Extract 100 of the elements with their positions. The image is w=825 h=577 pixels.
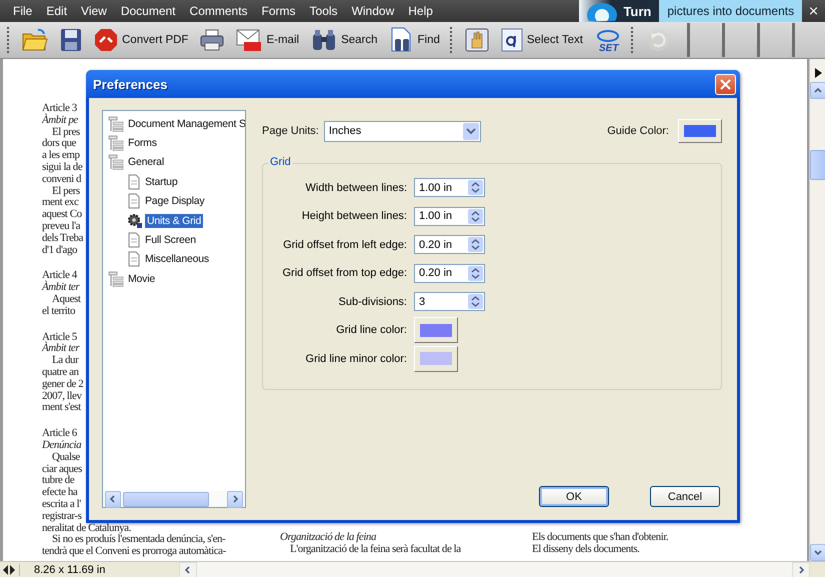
document-text: neralitat de Catalunya. <box>42 522 131 534</box>
document-text: gener de 2 <box>42 378 84 391</box>
menu-item[interactable]: Tools <box>302 4 345 18</box>
field-label: Guide Color: <box>607 125 669 137</box>
cancel-button[interactable]: Cancel <box>650 486 720 507</box>
select-button[interactable]: Select Text <box>496 24 588 56</box>
tree-item[interactable]: Miscellaneous <box>143 252 211 266</box>
document-text: conveni d <box>42 174 82 186</box>
scroll-down-button[interactable] <box>810 544 825 561</box>
spin-arrows-icon[interactable] <box>468 180 483 195</box>
menu-item[interactable]: View <box>74 4 114 18</box>
close-button[interactable] <box>715 74 736 94</box>
tree-item[interactable]: Movie <box>126 272 158 286</box>
field-label: Grid offset from top edge: <box>281 267 407 279</box>
document-text: Qualse <box>51 452 80 464</box>
page-icon <box>127 193 141 210</box>
pan-icon[interactable] <box>3 564 15 576</box>
tree-item[interactable]: Startup <box>143 174 180 189</box>
page-units-dropdown[interactable]: Inches <box>324 120 481 142</box>
empty-toolbar[interactable] <box>722 23 755 57</box>
set-button[interactable]: SET <box>590 24 626 56</box>
search-button[interactable]: Search <box>306 24 382 56</box>
document-text: Denúncia <box>42 440 82 452</box>
document-text: aquest Co <box>42 209 82 221</box>
expand-arrow-icon[interactable] <box>812 67 822 79</box>
list-icon <box>108 135 124 152</box>
menu-item[interactable]: File <box>6 4 40 18</box>
document-text: ment exc <box>42 197 78 210</box>
list-icon <box>108 154 124 170</box>
document-text: Àmbit ter <box>42 282 80 294</box>
dialog-title: Preferences <box>92 76 168 92</box>
printer-icon <box>200 28 224 52</box>
scroll-left-button[interactable] <box>179 562 197 577</box>
convert-button[interactable]: Convert PDF <box>89 24 194 56</box>
field-label: Grid line minor color: <box>304 352 407 364</box>
tree-item[interactable]: Full Screen <box>143 233 198 248</box>
document-text: efecte ha <box>42 487 78 499</box>
empty-toolbar[interactable] <box>757 23 790 57</box>
spin-arrows-icon[interactable] <box>468 266 483 280</box>
close-button[interactable]: × <box>802 4 825 18</box>
field-label: Height between lines: <box>300 210 407 222</box>
empty-toolbar[interactable] <box>792 23 825 57</box>
document-text: dels Treba <box>42 232 84 245</box>
field-label: Sub-divisions: <box>338 296 407 308</box>
document-text: ment s'est <box>42 402 81 414</box>
empty-toolbar[interactable] <box>687 23 720 57</box>
menu-item[interactable]: Help <box>401 4 440 18</box>
hand-icon <box>464 28 489 52</box>
tree-item[interactable]: Document Management S <box>126 116 245 131</box>
document-text: Article 4 <box>42 270 77 282</box>
tree-item[interactable]: Units & Grid <box>145 214 204 228</box>
tagline: pictures into documents <box>659 0 802 22</box>
ok-button[interactable]: OK <box>539 486 609 507</box>
list-icon <box>108 116 124 132</box>
document-text: dors que <box>42 138 76 150</box>
spin-field[interactable]: 1.00 in <box>414 178 485 197</box>
menu-item[interactable]: Forms <box>254 4 303 18</box>
spin-arrows-icon[interactable] <box>468 237 483 252</box>
scroll-right-button[interactable] <box>792 562 810 577</box>
spin-arrows-icon[interactable] <box>468 294 483 309</box>
find-icon <box>390 27 414 53</box>
spin-field[interactable]: 0.20 in <box>414 264 485 282</box>
document-text: El pers <box>51 186 80 198</box>
color-picker-button[interactable] <box>414 346 458 372</box>
page-size: 8.26 x 11.69 in <box>19 564 159 576</box>
document-text: Àmbit ter <box>42 343 80 355</box>
page-icon <box>127 174 141 190</box>
spin-field[interactable]: 0.20 in <box>414 235 485 254</box>
scroll-thumb[interactable] <box>123 492 209 506</box>
envelope-icon <box>236 28 262 52</box>
spin-field[interactable]: 3 <box>414 292 485 311</box>
menu-item[interactable]: Document <box>114 4 183 18</box>
find-button[interactable]: Find <box>384 24 445 56</box>
folder-icon <box>22 28 48 52</box>
field-label: Width between lines: <box>304 182 407 194</box>
menu-item[interactable]: Window <box>344 4 402 18</box>
document-text: registrar-s <box>42 510 82 522</box>
menu-item[interactable]: Edit <box>39 4 74 18</box>
color-picker-button[interactable] <box>414 317 458 343</box>
binoculars-icon <box>311 28 338 52</box>
menu-item[interactable]: Comments <box>182 4 255 18</box>
spin-arrows-icon[interactable] <box>468 208 483 224</box>
tree-item[interactable]: Page Display <box>143 194 206 208</box>
document-text: ciar aques <box>42 464 82 475</box>
document-text: preveu l'a <box>42 220 80 233</box>
tree-item[interactable]: General <box>126 155 166 170</box>
scroll-left-button[interactable] <box>105 490 121 508</box>
document-text: 2007, llev <box>42 390 82 402</box>
field-label: Grid offset from left edge: <box>282 238 407 250</box>
scroll-right-button[interactable] <box>227 490 243 508</box>
email-button[interactable]: E-mail <box>231 24 304 56</box>
spin-field[interactable]: 1.00 in <box>414 206 485 226</box>
color-picker-button[interactable] <box>678 119 722 143</box>
scroll-thumb[interactable] <box>810 150 825 180</box>
scroll-up-button[interactable] <box>810 82 825 99</box>
document-text: escrita a l' <box>42 498 81 511</box>
document-text: Article 3 <box>42 103 77 114</box>
tree-item[interactable]: Forms <box>126 136 159 150</box>
document-text: Organització de la feina <box>280 532 376 544</box>
list-icon <box>108 270 124 287</box>
